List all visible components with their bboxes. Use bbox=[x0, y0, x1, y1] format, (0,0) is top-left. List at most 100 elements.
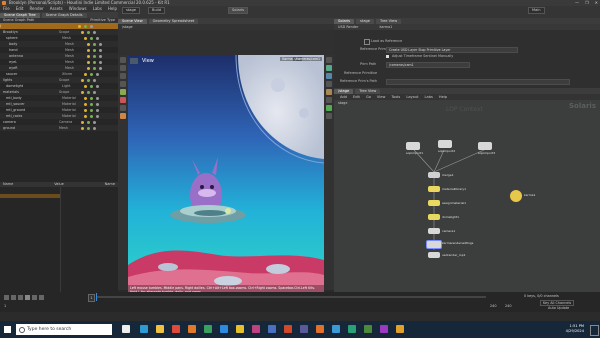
move-tool-icon[interactable] bbox=[120, 65, 126, 71]
active-icon[interactable] bbox=[87, 78, 90, 82]
lock-icon[interactable] bbox=[96, 72, 99, 76]
app-icon-6[interactable] bbox=[364, 325, 372, 333]
word-icon[interactable] bbox=[268, 325, 276, 333]
visibility-icon[interactable] bbox=[87, 42, 90, 46]
active-icon[interactable] bbox=[93, 42, 96, 46]
clock[interactable]: 1:51 PM 4/29/2024 bbox=[560, 324, 584, 334]
desktop-solaris-button[interactable]: Solaris bbox=[228, 7, 249, 14]
active-icon[interactable] bbox=[93, 66, 96, 70]
visibility-icon[interactable] bbox=[87, 48, 90, 52]
visibility-icon[interactable] bbox=[84, 102, 87, 106]
lock-icon[interactable] bbox=[96, 36, 99, 40]
lock-icon[interactable] bbox=[99, 60, 102, 64]
wireframe-icon[interactable] bbox=[326, 113, 332, 119]
select-tool-icon[interactable] bbox=[120, 57, 126, 63]
node-sopimport3[interactable] bbox=[478, 142, 492, 150]
end-frame-2[interactable]: 240 bbox=[505, 304, 511, 308]
app-icon-3[interactable] bbox=[316, 325, 324, 333]
stop-icon[interactable] bbox=[18, 295, 23, 300]
build-tab[interactable]: Build bbox=[148, 7, 166, 14]
viewport-path[interactable]: /stage bbox=[122, 25, 133, 29]
lock-icon[interactable] bbox=[93, 30, 96, 34]
visibility-icon[interactable] bbox=[87, 66, 90, 70]
lock-icon[interactable] bbox=[93, 90, 96, 94]
node-sopimport1[interactable] bbox=[406, 142, 420, 150]
lock-icon[interactable] bbox=[99, 66, 102, 70]
app-icon-8[interactable] bbox=[396, 325, 404, 333]
houdini-taskbar-icon[interactable] bbox=[188, 325, 196, 333]
lock-icon[interactable] bbox=[93, 78, 96, 82]
node-sopimport2[interactable] bbox=[438, 140, 452, 148]
active-icon[interactable] bbox=[90, 102, 93, 106]
active-icon[interactable] bbox=[84, 24, 87, 28]
adjust-timeframe-checkbox[interactable] bbox=[386, 55, 389, 58]
lock-icon[interactable] bbox=[96, 108, 99, 112]
notes-icon[interactable] bbox=[236, 325, 244, 333]
visibility-icon[interactable] bbox=[81, 90, 84, 94]
camera-menu-button[interactable]: /cameras/cam1 bbox=[293, 57, 322, 61]
active-icon[interactable] bbox=[90, 36, 93, 40]
media-icon[interactable] bbox=[252, 325, 260, 333]
visibility-icon[interactable] bbox=[87, 60, 90, 64]
app-icon-5[interactable] bbox=[348, 325, 356, 333]
shading-icon[interactable] bbox=[326, 73, 332, 79]
active-icon[interactable] bbox=[93, 54, 96, 58]
tab-geometry-spreadsheet[interactable]: Geometry Spreadsheet bbox=[148, 19, 199, 24]
view-label[interactable]: View bbox=[142, 58, 154, 64]
lock-icon[interactable] bbox=[99, 48, 102, 52]
app-icon-4[interactable] bbox=[332, 325, 340, 333]
visibility-icon[interactable] bbox=[84, 36, 87, 40]
active-icon[interactable] bbox=[93, 60, 96, 64]
node-domelight1[interactable] bbox=[428, 214, 440, 220]
edge-icon[interactable] bbox=[140, 325, 148, 333]
photos-icon[interactable] bbox=[220, 325, 228, 333]
rotate-tool-icon[interactable] bbox=[120, 73, 126, 79]
auto-update-menu[interactable]: Auto Update bbox=[548, 306, 569, 310]
handle-tool-icon[interactable] bbox=[120, 89, 126, 95]
current-frame-field[interactable]: 1 bbox=[88, 294, 95, 302]
start-icon[interactable] bbox=[4, 326, 11, 333]
active-icon[interactable] bbox=[87, 30, 90, 34]
active-icon[interactable] bbox=[93, 48, 96, 52]
visibility-icon[interactable] bbox=[84, 72, 87, 76]
app-icon-1[interactable] bbox=[284, 325, 292, 333]
visibility-icon[interactable] bbox=[81, 78, 84, 82]
display-options-icon[interactable] bbox=[326, 57, 332, 63]
lock-icon[interactable] bbox=[96, 84, 99, 88]
last-frame-icon[interactable] bbox=[39, 295, 44, 300]
grid-icon[interactable] bbox=[326, 81, 332, 87]
prim-path-field[interactable]: /cameras/cam1 bbox=[386, 62, 470, 68]
active-icon[interactable] bbox=[87, 90, 90, 94]
start-frame[interactable]: 1 bbox=[4, 304, 6, 308]
active-icon[interactable] bbox=[90, 108, 93, 112]
render-viewport[interactable]: View Karma XPU /cameras/cam1 Left mouse … bbox=[128, 55, 324, 295]
timeline-playhead[interactable] bbox=[96, 293, 97, 301]
file-explorer-icon[interactable] bbox=[156, 325, 164, 333]
lighting-icon[interactable] bbox=[326, 65, 332, 71]
chrome-icon[interactable] bbox=[172, 325, 180, 333]
visibility-icon[interactable] bbox=[84, 84, 87, 88]
pose-tool-icon[interactable] bbox=[120, 97, 126, 103]
ghost-icon[interactable] bbox=[326, 97, 332, 103]
node-usdrender-rop1[interactable] bbox=[428, 252, 440, 258]
selected-row[interactable] bbox=[0, 194, 60, 198]
visibility-icon[interactable] bbox=[81, 30, 84, 34]
lock-icon[interactable] bbox=[93, 126, 96, 130]
active-icon[interactable] bbox=[90, 96, 93, 100]
end-frame[interactable]: 240 bbox=[490, 304, 496, 308]
network-canvas[interactable]: stage Solaris LOP Context sopimport1 sop… bbox=[334, 100, 600, 292]
reference-prim-path-field[interactable] bbox=[386, 79, 570, 85]
lock-icon[interactable] bbox=[96, 102, 99, 106]
lock-icon[interactable] bbox=[99, 54, 102, 58]
tree-row-flags[interactable] bbox=[81, 125, 96, 131]
node-assignmaterial1[interactable] bbox=[428, 200, 440, 206]
active-icon[interactable] bbox=[90, 84, 93, 88]
prev-frame-icon[interactable] bbox=[11, 295, 16, 300]
active-icon[interactable] bbox=[90, 72, 93, 76]
node-karma1[interactable] bbox=[510, 190, 522, 202]
active-icon[interactable] bbox=[87, 120, 90, 124]
notification-icon[interactable] bbox=[590, 325, 599, 336]
visibility-icon[interactable] bbox=[78, 24, 81, 28]
xray-icon[interactable] bbox=[326, 105, 332, 111]
reference-prim-field[interactable]: Create USD Layer Stop Primitive Layer bbox=[386, 47, 518, 53]
